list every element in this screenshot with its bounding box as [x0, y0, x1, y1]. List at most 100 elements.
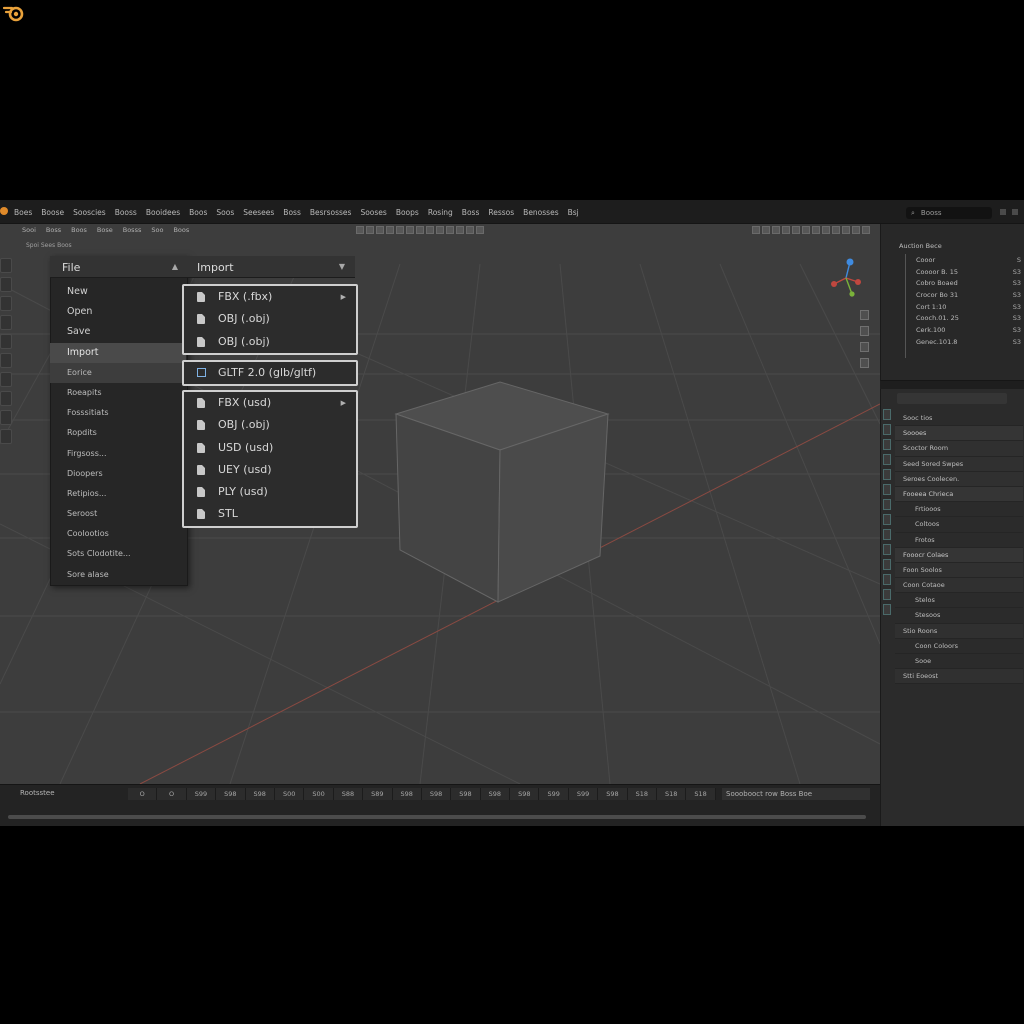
- menu-item[interactable]: Besrsosses: [310, 208, 352, 217]
- zoom-icon[interactable]: [860, 310, 869, 320]
- outliner-row[interactable]: Cooch.01. 25 S3: [913, 313, 1023, 325]
- import-format-item[interactable]: OBJ (.obj): [184, 331, 356, 353]
- import-menu-header[interactable]: Import ▼: [188, 256, 355, 278]
- timeline-frame[interactable]: O: [128, 788, 158, 800]
- import-format-item[interactable]: UEY (usd): [184, 459, 356, 481]
- menu-item[interactable]: Benosses: [523, 208, 558, 217]
- shading-icon[interactable]: [762, 226, 770, 234]
- file-menu-item[interactable]: Sore alase: [50, 565, 186, 585]
- import-gltf-item[interactable]: GLTF 2.0 (glb/gltf): [184, 362, 356, 384]
- property-row[interactable]: Frtiooos: [895, 502, 1023, 518]
- viewport-menu-item[interactable]: Soo: [151, 226, 163, 238]
- viewport-menu-item[interactable]: Sooi: [22, 226, 36, 238]
- timeline-frame[interactable]: S98: [510, 788, 540, 800]
- timeline-frame[interactable]: S98: [598, 788, 628, 800]
- timeline-frame[interactable]: S98: [421, 788, 452, 800]
- timeline-frame[interactable]: S99: [539, 788, 569, 800]
- menu-item[interactable]: Boss: [283, 208, 301, 217]
- tool-icon[interactable]: [386, 226, 394, 234]
- tool-icon[interactable]: [476, 226, 484, 234]
- extra-tool-icon[interactable]: [0, 429, 12, 444]
- data-tab-icon[interactable]: [883, 574, 891, 585]
- timeline-frame[interactable]: S98: [451, 788, 481, 800]
- timeline-frame[interactable]: S99: [568, 788, 599, 800]
- tool-icon[interactable]: [456, 226, 464, 234]
- property-row[interactable]: Foon Soolos: [895, 562, 1023, 579]
- property-row[interactable]: Stelos: [895, 593, 1023, 609]
- outliner-row[interactable]: Crocor Bo 31 S3: [913, 290, 1023, 302]
- property-row[interactable]: Frotos: [895, 533, 1023, 548]
- shading-icon[interactable]: [862, 226, 870, 234]
- timeline-frame[interactable]: S98: [392, 788, 422, 800]
- timeline-frame[interactable]: S99: [186, 788, 217, 800]
- menu-item[interactable]: Boose: [41, 208, 64, 217]
- timeline-scrollbar[interactable]: [8, 815, 866, 819]
- tool-icon[interactable]: [366, 226, 374, 234]
- timeline-frame[interactable]: S98: [245, 788, 275, 800]
- tool-icon[interactable]: [356, 226, 364, 234]
- tool-icon[interactable]: [406, 226, 414, 234]
- property-row[interactable]: Scoctor Room: [895, 441, 1023, 457]
- app-menu-icon[interactable]: [0, 207, 8, 215]
- viewport-menu-item[interactable]: Boss: [46, 226, 61, 238]
- import-format-item[interactable]: STL: [184, 503, 356, 525]
- shading-icon[interactable]: [852, 226, 860, 234]
- file-menu-item[interactable]: New: [50, 282, 186, 302]
- timeline-frame[interactable]: S18: [627, 788, 658, 800]
- timeline-frame[interactable]: S18: [686, 788, 716, 800]
- property-row[interactable]: Stesoos: [895, 608, 1023, 624]
- menu-item[interactable]: Ressos: [488, 208, 514, 217]
- file-menu-item[interactable]: Roeapits: [50, 383, 186, 403]
- property-row[interactable]: Sooe: [895, 654, 1023, 670]
- property-row[interactable]: Coon Cotaoe: [895, 578, 1023, 594]
- outliner-row[interactable]: Cort 1:10 S3: [913, 302, 1023, 314]
- material-tab-icon[interactable]: [883, 589, 891, 600]
- select-tool-icon[interactable]: [0, 258, 12, 273]
- timeline-frame[interactable]: S88: [333, 788, 364, 800]
- shading-icon[interactable]: [772, 226, 780, 234]
- property-row[interactable]: Coltoos: [895, 517, 1023, 533]
- timeline-frame[interactable]: S89: [363, 788, 393, 800]
- timeline-frame[interactable]: S98: [480, 788, 511, 800]
- shading-icon[interactable]: [782, 226, 790, 234]
- cursor-tool-icon[interactable]: [0, 277, 12, 292]
- viewport-menu-item[interactable]: Bosss: [123, 226, 142, 238]
- add-cube-tool-icon[interactable]: [0, 410, 12, 425]
- tool-icon[interactable]: [416, 226, 424, 234]
- shading-icon[interactable]: [822, 226, 830, 234]
- outliner-row[interactable]: Cerk.100 S3: [913, 325, 1023, 337]
- physics-tab-icon[interactable]: [883, 544, 891, 555]
- scene-search-field[interactable]: ⌕ Booss: [906, 207, 992, 219]
- render-tab-icon[interactable]: [883, 424, 891, 435]
- property-row[interactable]: Sooc tios: [895, 411, 1023, 427]
- file-menu-item[interactable]: Save: [50, 322, 186, 342]
- perspective-toggle-icon[interactable]: [860, 358, 869, 368]
- tool-icon[interactable]: [466, 226, 474, 234]
- menu-item[interactable]: Boss: [462, 208, 480, 217]
- panel-divider[interactable]: [880, 381, 1024, 389]
- rotate-tool-icon[interactable]: [0, 315, 12, 330]
- shading-icon[interactable]: [802, 226, 810, 234]
- menu-item[interactable]: Boops: [396, 208, 419, 217]
- timeline-frame[interactable]: S98: [216, 788, 246, 800]
- outliner-row[interactable]: Coooor B. 15 S3: [913, 267, 1023, 279]
- outliner-row[interactable]: Cooor S: [913, 255, 1023, 267]
- measure-tool-icon[interactable]: [0, 391, 12, 406]
- output-tab-icon[interactable]: [883, 439, 891, 450]
- shading-icon[interactable]: [832, 226, 840, 234]
- file-menu-header[interactable]: File ▲: [50, 256, 188, 278]
- import-format-item[interactable]: USD (usd): [184, 437, 356, 459]
- move-tool-icon[interactable]: [0, 296, 12, 311]
- tool-icon[interactable]: [376, 226, 384, 234]
- property-row[interactable]: Stti Eoeost: [895, 669, 1023, 685]
- default-cube[interactable]: [394, 381, 610, 603]
- tool-icon[interactable]: [446, 226, 454, 234]
- scale-tool-icon[interactable]: [0, 334, 12, 349]
- menu-item[interactable]: Soos: [216, 208, 234, 217]
- tool-icon[interactable]: [426, 226, 434, 234]
- texture-tab-icon[interactable]: [883, 604, 891, 615]
- property-row[interactable]: Fooocr Colaes: [895, 547, 1023, 563]
- viewport-menu-item[interactable]: Boos: [173, 226, 189, 238]
- file-menu-item[interactable]: Firgsoss...: [50, 444, 186, 464]
- menu-item[interactable]: Seesees: [243, 208, 274, 217]
